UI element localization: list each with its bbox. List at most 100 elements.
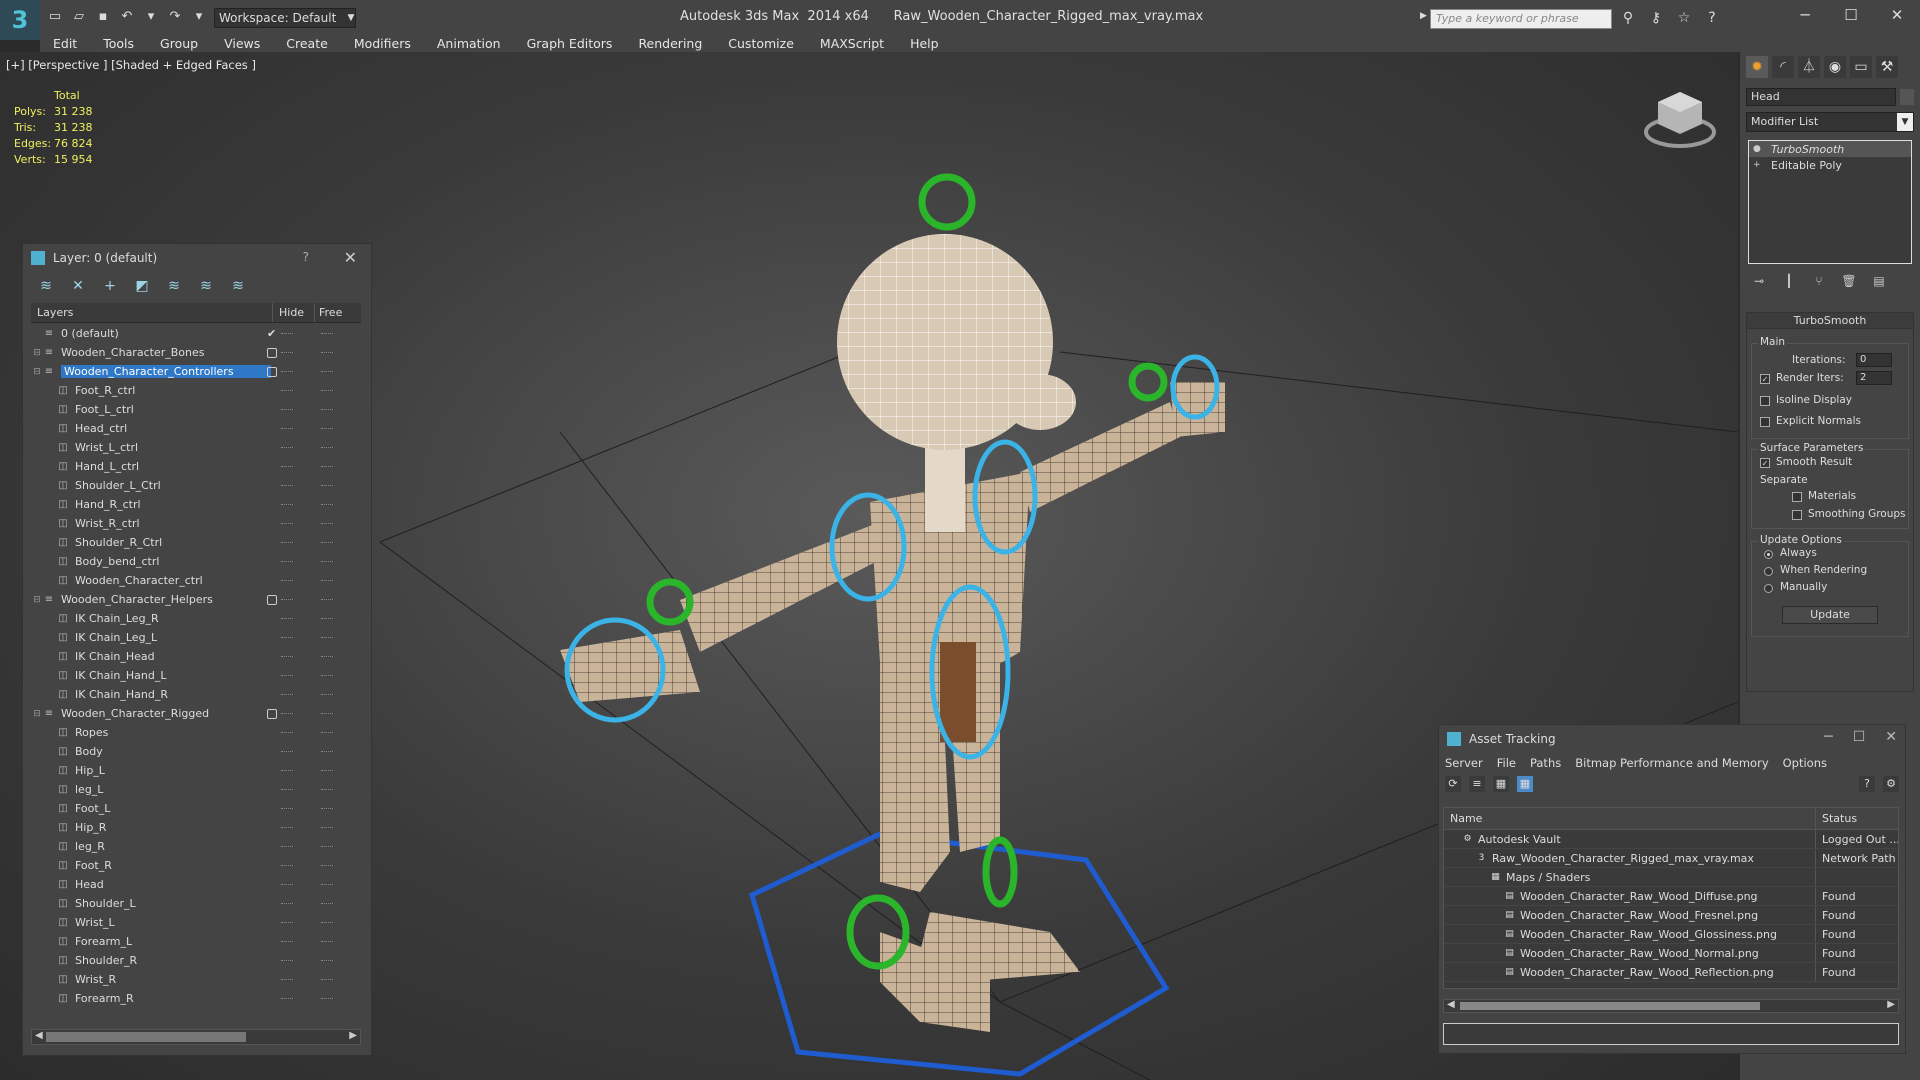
layer-name[interactable]: Wooden_Character_Controllers: [61, 365, 271, 378]
freeze-toggle[interactable]: [321, 674, 333, 677]
menu-animation[interactable]: Animation: [424, 36, 514, 51]
layer-row[interactable]: ⊟ ≡ Wooden_Character_Rigged: [31, 704, 361, 723]
freeze-toggle[interactable]: [321, 465, 333, 468]
workspace-dropdown[interactable]: Workspace: Default: [214, 8, 356, 28]
freeze-toggle[interactable]: [321, 769, 333, 772]
app-logo-icon[interactable]: 3: [0, 0, 40, 40]
layer-object-row[interactable]: ◫ Hand_R_ctrl: [31, 495, 361, 514]
freeze-toggle[interactable]: [321, 712, 333, 715]
chevron-down-icon[interactable]: ▼: [1897, 113, 1913, 131]
hide-toggle[interactable]: [281, 427, 293, 430]
asset-row[interactable]: ⚙ Autodesk Vault Logged Out ...: [1444, 830, 1898, 849]
hide-toggle[interactable]: [281, 617, 293, 620]
layer-row[interactable]: ⊟ ≡ Wooden_Character_Bones: [31, 343, 361, 362]
freeze-toggle[interactable]: [321, 788, 333, 791]
layer-object-row[interactable]: ◫ Wrist_R: [31, 970, 361, 989]
viewcube-icon[interactable]: [1640, 82, 1720, 152]
always-radio[interactable]: [1764, 550, 1773, 559]
explicit-normals-checkbox[interactable]: [1760, 417, 1770, 427]
layer-name[interactable]: Shoulder_L: [75, 897, 136, 910]
remove-modifier-icon[interactable]: 🗑: [1840, 274, 1858, 290]
layer-name[interactable]: Head: [75, 878, 104, 891]
freeze-toggle[interactable]: [321, 541, 333, 544]
freeze-toggle[interactable]: [321, 921, 333, 924]
layer-object-row[interactable]: ◫ Foot_R: [31, 856, 361, 875]
isoline-display-checkbox[interactable]: [1760, 396, 1770, 406]
freeze-toggle[interactable]: [321, 636, 333, 639]
asset-row[interactable]: 3 Raw_Wooden_Character_Rigged_max_vray.ma…: [1444, 849, 1898, 868]
expand-icon[interactable]: +: [1753, 160, 1763, 170]
col-freeze[interactable]: Free: [315, 303, 342, 322]
layer-object-row[interactable]: ◫ Shoulder_L_Ctrl: [31, 476, 361, 495]
layer-object-row[interactable]: ◫ Shoulder_L: [31, 894, 361, 913]
stack-item-editable-poly[interactable]: + Editable Poly: [1749, 157, 1911, 173]
layer-object-row[interactable]: ◫ Wrist_R_ctrl: [31, 514, 361, 533]
help-icon[interactable]: ?: [1702, 9, 1722, 27]
freeze-toggle[interactable]: [321, 351, 333, 354]
materials-checkbox[interactable]: [1792, 492, 1802, 502]
communication-icon[interactable]: ⚷: [1646, 9, 1666, 27]
hide-toggle[interactable]: [281, 579, 293, 582]
layer-object-row[interactable]: ◫ IK Chain_Hand_L: [31, 666, 361, 685]
layer-name[interactable]: Foot_R: [75, 859, 112, 872]
freeze-toggle[interactable]: [321, 845, 333, 848]
current-layer-toggle[interactable]: [267, 366, 277, 377]
layer-name[interactable]: Hip_L: [75, 764, 105, 777]
smoothing-groups-checkbox[interactable]: [1792, 510, 1802, 520]
freeze-toggle[interactable]: [321, 807, 333, 810]
layer-name[interactable]: Foot_L: [75, 802, 110, 815]
hide-toggle[interactable]: [281, 389, 293, 392]
horizontal-scrollbar[interactable]: ◀ ▶: [31, 1029, 361, 1045]
hide-toggle[interactable]: [281, 446, 293, 449]
layer-name[interactable]: Foot_L_ctrl: [75, 403, 134, 416]
freeze-toggle[interactable]: [321, 446, 333, 449]
layer-name[interactable]: Head_ctrl: [75, 422, 127, 435]
layer-object-row[interactable]: ◫ Shoulder_R_Ctrl: [31, 533, 361, 552]
layer-name[interactable]: Forearm_L: [75, 935, 132, 948]
layer-object-row[interactable]: ◫ Wrist_L_ctrl: [31, 438, 361, 457]
undo-dropdown-icon[interactable]: ▾: [142, 8, 160, 26]
arm-r-mesh[interactable]: [680, 522, 895, 652]
path-input[interactable]: [1443, 1023, 1899, 1045]
search-expand-icon[interactable]: ▶: [1420, 11, 1427, 21]
smooth-result-checkbox[interactable]: ✓: [1760, 458, 1770, 468]
hide-toggle[interactable]: [281, 902, 293, 905]
expand-toggle-icon[interactable]: ⊟: [31, 709, 43, 719]
layer-name[interactable]: Hand_R_ctrl: [75, 498, 141, 511]
save-icon[interactable]: ▪: [94, 8, 112, 26]
iterations-spinner[interactable]: 0: [1856, 353, 1892, 367]
layer-row[interactable]: ⊟ ≡ Wooden_Character_Controllers: [31, 362, 361, 381]
asset-row[interactable]: ▤ Wooden_Character_Raw_Wood_Normal.png Fou…: [1444, 944, 1898, 963]
table-view-icon[interactable]: ▦: [1517, 776, 1533, 792]
binoculars-icon[interactable]: ⚲: [1618, 9, 1638, 27]
layer-name[interactable]: Foot_R_ctrl: [75, 384, 135, 397]
modify-tab-icon[interactable]: ◜: [1772, 56, 1794, 78]
hide-toggle[interactable]: [281, 940, 293, 943]
bulb-icon[interactable]: ●: [1753, 144, 1763, 154]
help-icon[interactable]: ?: [303, 250, 309, 264]
freeze-toggle[interactable]: [321, 560, 333, 563]
freeze-toggle[interactable]: [321, 864, 333, 867]
display-tab-icon[interactable]: ▭: [1850, 56, 1872, 78]
make-unique-icon[interactable]: ⑂: [1810, 274, 1828, 290]
menu-bitmap-performance[interactable]: Bitmap Performance and Memory: [1575, 756, 1768, 770]
freeze-toggle[interactable]: [321, 598, 333, 601]
create-tab-icon[interactable]: ✹: [1746, 56, 1768, 78]
render-iters-checkbox[interactable]: ✓: [1760, 374, 1770, 384]
layer-name[interactable]: IK Chain_Hand_R: [75, 688, 168, 701]
layer-name[interactable]: 0 (default): [61, 327, 119, 340]
layer-object-row[interactable]: ◫ Ropes: [31, 723, 361, 742]
layer-window-titlebar[interactable]: Layer: 0 (default) ? ✕: [23, 244, 371, 272]
hide-toggle[interactable]: [281, 978, 293, 981]
menu-views[interactable]: Views: [211, 36, 273, 51]
close-icon[interactable]: ✕: [1885, 729, 1897, 745]
menu-graph-editors[interactable]: Graph Editors: [514, 36, 626, 51]
hide-toggle[interactable]: [281, 560, 293, 563]
hide-toggle[interactable]: [281, 788, 293, 791]
configure-modifier-sets-icon[interactable]: ▤: [1870, 274, 1888, 290]
menu-tools[interactable]: Tools: [90, 36, 147, 51]
open-folder-icon[interactable]: ▱: [70, 8, 88, 26]
menu-file[interactable]: File: [1497, 756, 1516, 770]
layer-name[interactable]: Forearm_R: [75, 992, 134, 1005]
layer-name[interactable]: Wooden_Character_Helpers: [61, 593, 213, 606]
